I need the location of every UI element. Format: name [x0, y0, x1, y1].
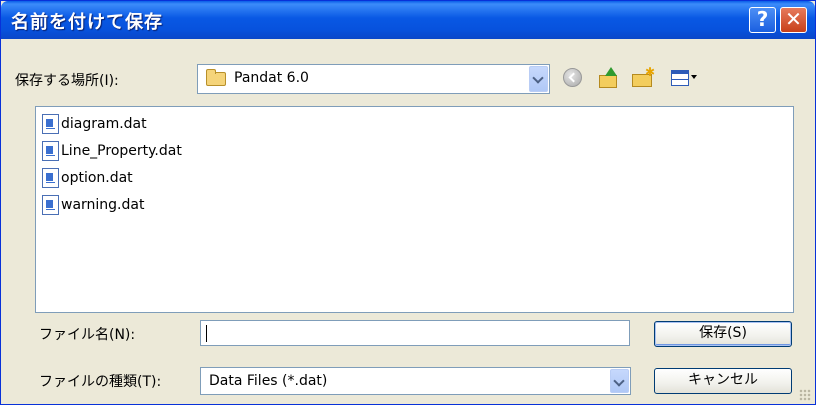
file-icon [42, 195, 59, 215]
new-folder-icon[interactable]: ✱ [631, 66, 655, 90]
chevron-down-icon[interactable] [610, 369, 629, 393]
text-cursor [206, 325, 207, 342]
save-as-dialog: 名前を付けて保存 ? ✕ 保存する場所(I): Pandat 6.0 ✱ dia… [0, 0, 816, 405]
file-type-label: ファイルの種類(T): [39, 374, 162, 390]
up-folder-icon[interactable] [597, 66, 621, 90]
file-name-label: ファイル名(N): [39, 327, 136, 343]
save-in-combo[interactable]: Pandat 6.0 [197, 64, 550, 94]
file-name: option.dat [61, 170, 133, 186]
save-button[interactable]: 保存(S) [654, 321, 792, 347]
file-name-input[interactable] [200, 320, 630, 346]
file-type-select[interactable]: Data Files (*.dat) [200, 367, 631, 395]
save-in-value: Pandat 6.0 [234, 70, 309, 86]
list-item[interactable]: diagram.dat [42, 112, 147, 136]
folder-icon [206, 69, 226, 86]
list-item[interactable]: option.dat [42, 166, 133, 190]
file-name: warning.dat [61, 197, 145, 213]
chevron-down-icon[interactable] [529, 66, 548, 92]
view-menu-icon[interactable] [669, 66, 697, 90]
list-item[interactable]: Line_Property.dat [42, 139, 182, 163]
file-icon [42, 141, 59, 161]
file-type-value: Data Files (*.dat) [209, 373, 328, 389]
dialog-title: 名前を付けて保存 [11, 12, 163, 33]
resize-grip-icon[interactable] [799, 389, 811, 401]
title-bar[interactable]: 名前を付けて保存 ? ✕ [1, 1, 815, 39]
file-icon [42, 114, 59, 134]
file-icon [42, 168, 59, 188]
help-button[interactable]: ? [749, 7, 776, 33]
close-button[interactable]: ✕ [780, 7, 807, 33]
back-icon[interactable] [563, 68, 582, 87]
list-item[interactable]: warning.dat [42, 193, 144, 217]
save-in-label: 保存する場所(I): [15, 73, 119, 89]
file-name: diagram.dat [61, 116, 147, 132]
file-name: Line_Property.dat [61, 143, 182, 159]
cancel-button[interactable]: キャンセル [654, 368, 792, 394]
file-list[interactable]: diagram.dat Line_Property.dat option.dat… [35, 106, 794, 313]
